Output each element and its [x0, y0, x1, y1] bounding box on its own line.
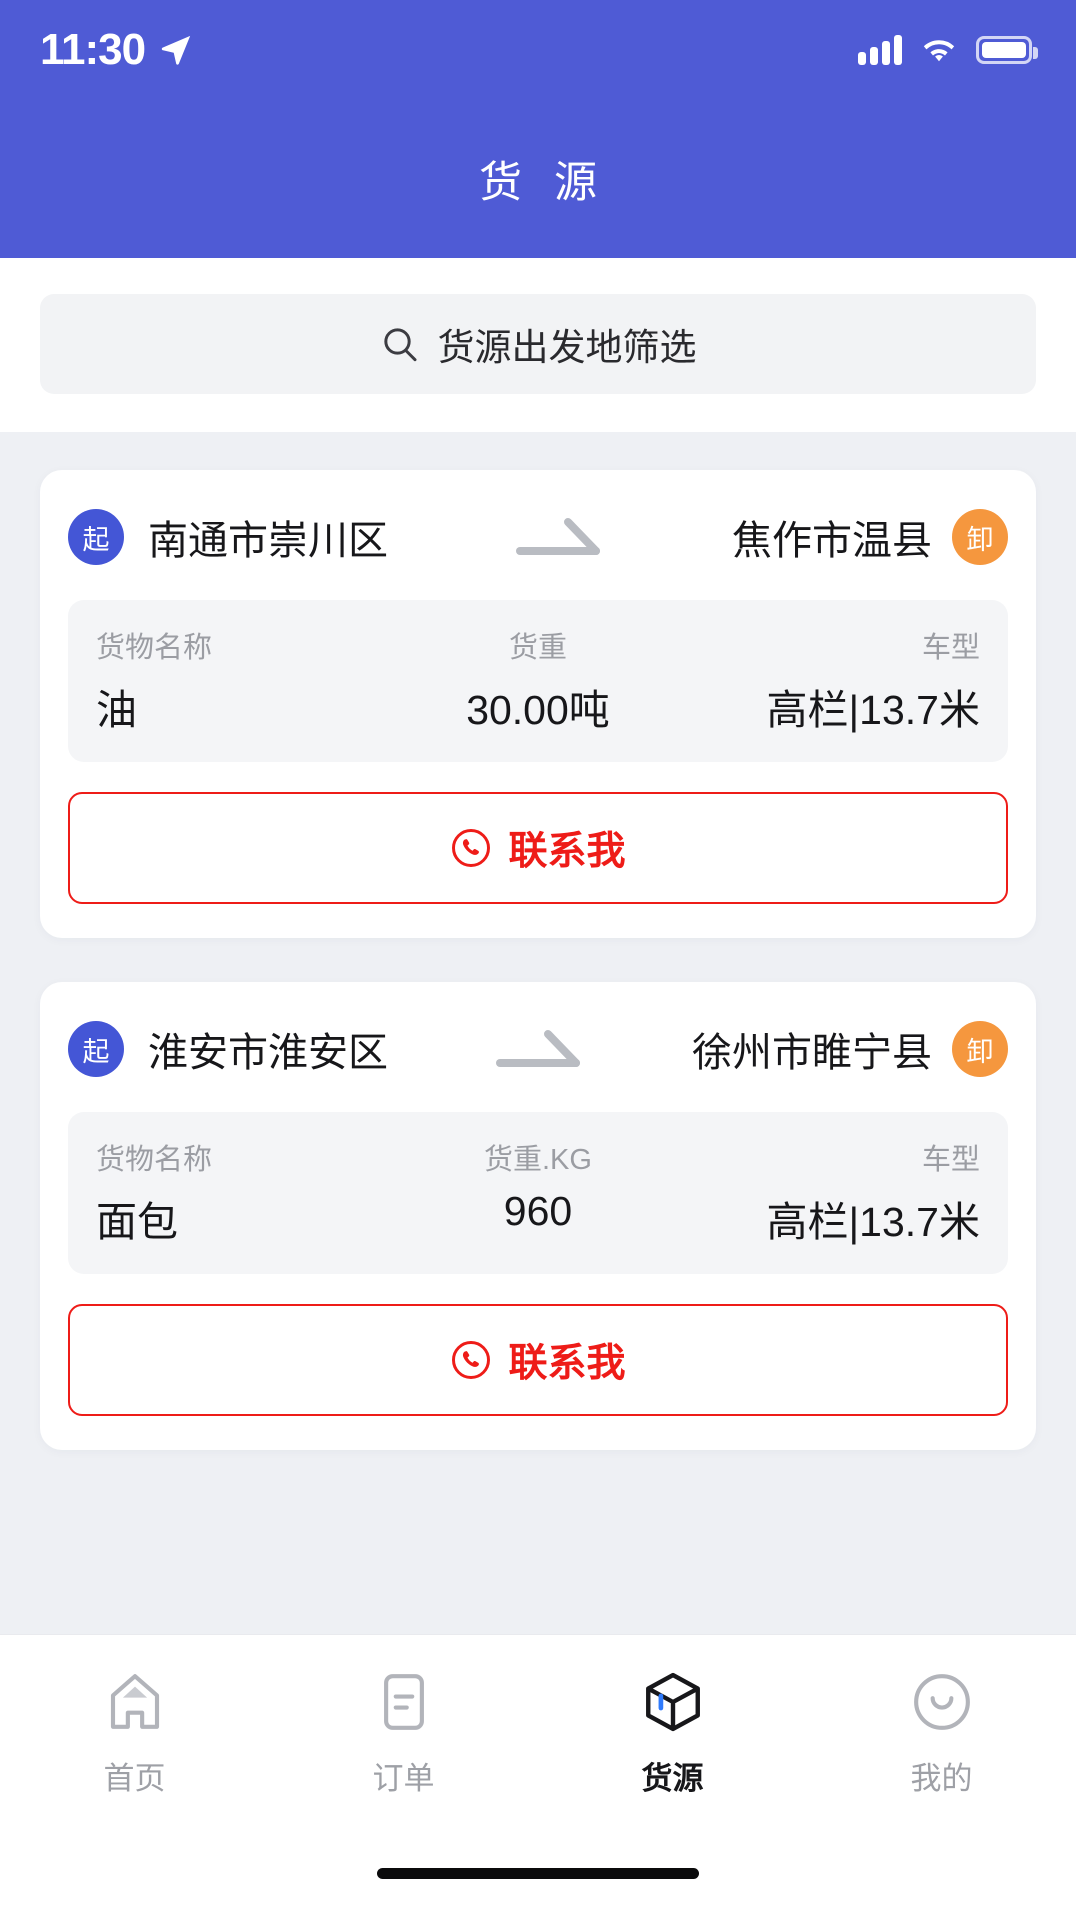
vehicle-type-label: 车型 [921, 632, 980, 664]
cargo-weight-value: 960 [503, 1188, 573, 1234]
profile-smiley-icon [909, 1669, 975, 1735]
vehicle-type-value: 高栏|13.7米 [766, 687, 980, 733]
tab-profile[interactable]: 我的 [807, 1669, 1076, 1798]
bottom-tab-bar: 首页 订单 货源 我的 [0, 1634, 1076, 1830]
destination-city: 焦作市温县 [732, 519, 932, 563]
search-icon [380, 324, 420, 364]
origin-badge: 起 [68, 509, 124, 565]
status-time: 11:30 [40, 25, 146, 74]
app-screen: 11:30 货 源 货源出发地筛选 起 南通市崇川区 焦作市温县 卸 货物名称 … [0, 0, 1076, 1916]
cargo-name-label: 货物名称 [96, 632, 213, 664]
cargo-info-panel: 货物名称 货重.KG 车型 面包 960 高栏|13.7米 [68, 1112, 1008, 1274]
tab-profile-label: 我的 [910, 1761, 973, 1796]
route-row: 起 淮安市淮安区 徐州市睢宁县 卸 [68, 1012, 1008, 1086]
origin-city: 淮安市淮安区 [148, 1031, 388, 1075]
cargo-cube-icon [640, 1669, 706, 1735]
contact-button[interactable]: 联系我 [68, 792, 1008, 904]
vehicle-type-label: 车型 [921, 1144, 980, 1176]
home-indicator[interactable] [377, 1867, 699, 1879]
tab-home-label: 首页 [103, 1761, 166, 1796]
destination-badge: 卸 [952, 1021, 1008, 1077]
cargo-name-label: 货物名称 [96, 1144, 213, 1176]
battery-icon [976, 36, 1038, 64]
status-bar: 11:30 [0, 0, 1076, 100]
route-arrow-icon [388, 1026, 692, 1072]
phone-icon [450, 827, 492, 869]
origin-city: 南通市崇川区 [148, 519, 388, 563]
status-bar-right [858, 35, 1038, 65]
tab-orders[interactable]: 订单 [269, 1669, 538, 1798]
wifi-icon [920, 35, 958, 65]
destination-badge: 卸 [952, 509, 1008, 565]
status-bar-left: 11:30 [40, 28, 193, 72]
home-indicator-area [0, 1830, 1076, 1916]
order-list-icon [371, 1669, 437, 1735]
cargo-weight-label: 货重.KG [484, 1144, 592, 1176]
contact-button-label: 联系我 [508, 1342, 626, 1385]
home-icon [102, 1669, 168, 1735]
route-row: 起 南通市崇川区 焦作市温县 卸 [68, 500, 1008, 574]
tab-orders-label: 订单 [372, 1761, 435, 1796]
tab-cargo[interactable]: 货源 [538, 1669, 807, 1798]
cargo-info-panel: 货物名称 货重 车型 油 30.00吨 高栏|13.7米 [68, 600, 1008, 762]
cargo-list[interactable]: 起 南通市崇川区 焦作市温县 卸 货物名称 货重 车型 油 30.00吨 高栏|… [0, 432, 1076, 1634]
phone-icon [450, 1339, 492, 1381]
cargo-name-value: 油 [96, 687, 137, 733]
contact-button-label: 联系我 [508, 830, 626, 873]
vehicle-type-value: 高栏|13.7米 [766, 1199, 980, 1245]
search-placeholder-text: 货源出发地筛选 [437, 327, 697, 368]
destination-city: 徐州市睢宁县 [692, 1031, 932, 1075]
cargo-weight-value: 30.00吨 [466, 687, 610, 733]
page-header: 货 源 [0, 100, 1076, 258]
search-section: 货源出发地筛选 [0, 258, 1076, 432]
search-input[interactable]: 货源出发地筛选 [40, 294, 1036, 394]
tab-cargo-label: 货源 [641, 1761, 704, 1796]
origin-badge: 起 [68, 1021, 124, 1077]
location-arrow-icon [159, 33, 193, 67]
cargo-weight-label: 货重 [508, 632, 567, 664]
tab-home[interactable]: 首页 [0, 1669, 269, 1798]
page-title: 货 源 [479, 159, 607, 207]
cellular-signal-icon [858, 35, 902, 65]
cargo-card[interactable]: 起 南通市崇川区 焦作市温县 卸 货物名称 货重 车型 油 30.00吨 高栏|… [40, 470, 1036, 938]
cargo-name-value: 面包 [96, 1199, 178, 1245]
cargo-card[interactable]: 起 淮安市淮安区 徐州市睢宁县 卸 货物名称 货重.KG 车型 面包 960 高… [40, 982, 1036, 1450]
contact-button[interactable]: 联系我 [68, 1304, 1008, 1416]
route-arrow-icon [388, 514, 732, 560]
